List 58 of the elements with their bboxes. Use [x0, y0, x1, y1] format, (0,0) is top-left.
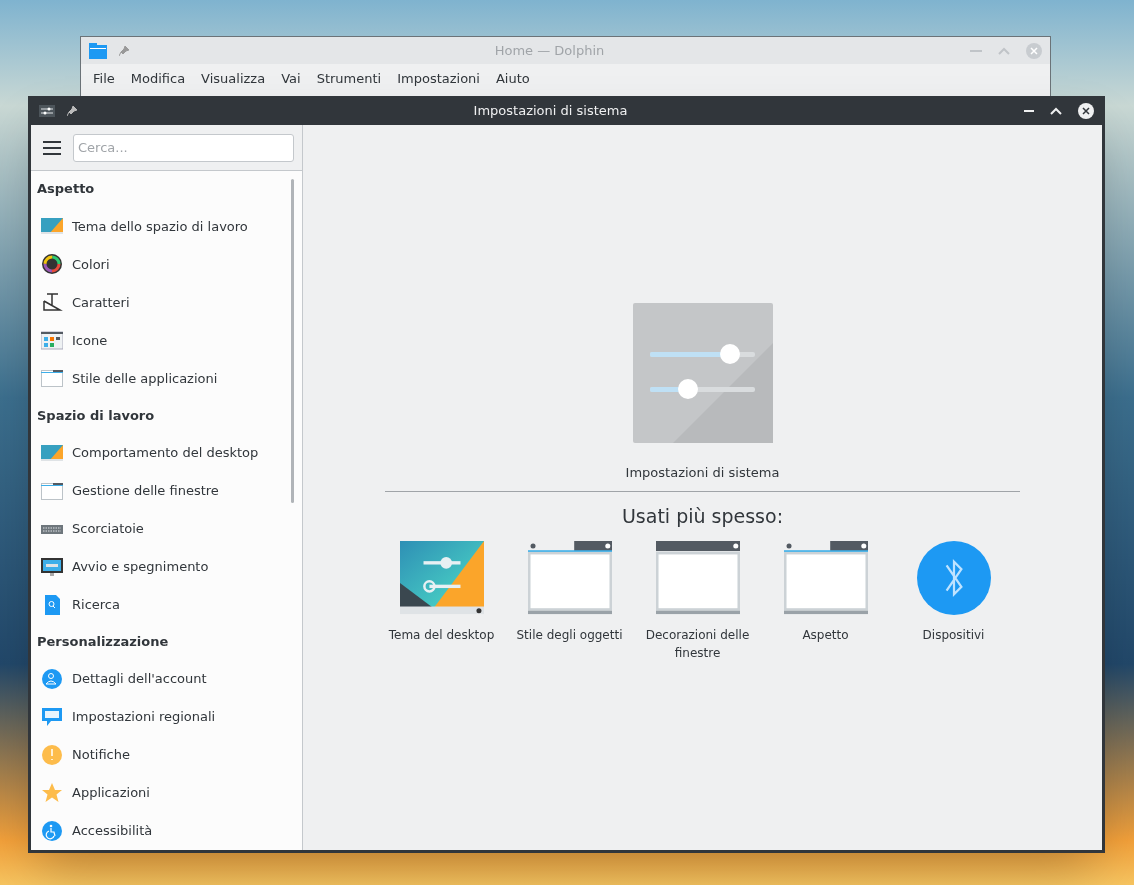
sidebar-item[interactable]: Comportamento del desktop	[31, 433, 302, 472]
menu-item[interactable]: File	[85, 69, 123, 89]
star-icon	[41, 782, 63, 804]
sidebar-item[interactable]: Impostazioni regionali	[31, 698, 302, 736]
font-icon	[41, 291, 63, 314]
menu-item[interactable]: Impostazioni	[389, 69, 488, 89]
window-icon	[41, 367, 63, 390]
sidebar-item[interactable]: Scorciatoie	[31, 509, 302, 548]
window-title: Home — Dolphin	[493, 41, 606, 60]
color-wheel-icon	[41, 253, 63, 276]
window-title: Impostazioni di sistema	[472, 101, 629, 120]
warning-icon	[41, 744, 63, 766]
menu-item[interactable]: Strumenti	[308, 69, 390, 89]
minimize-button[interactable]	[1024, 109, 1034, 112]
window-icon	[783, 541, 868, 615]
sidebar-item[interactable]: Avvio e spegnimento	[31, 547, 302, 586]
section-header: Spazio di lavoro	[37, 406, 155, 425]
settings-sliders-icon	[632, 303, 773, 443]
accessibility-icon	[41, 820, 63, 842]
menu-icon[interactable]	[43, 140, 61, 155]
sidebar-item[interactable]: Tema dello spazio di lavoro	[31, 207, 302, 246]
menu-item[interactable]: Visualizza	[193, 69, 274, 89]
sidebar-item[interactable]: Caratteri	[31, 283, 302, 322]
search-field[interactable]: Cerca...	[73, 133, 294, 162]
sidebar-item[interactable]: Icone	[31, 321, 302, 360]
sidebar-item[interactable]: Dettagli dell'account	[31, 660, 302, 698]
sidebar-item[interactable]: Accessibilità	[31, 812, 302, 850]
sidebar-item[interactable]: Stile delle applicazioni	[31, 359, 302, 398]
caption: Impostazioni di sistema	[625, 464, 780, 482]
section-header: Aspetto	[37, 180, 95, 199]
menu-item[interactable]: Modifica	[122, 69, 194, 89]
sidebar-item[interactable]: Notifiche	[31, 736, 302, 774]
window-icon	[527, 541, 612, 615]
shortcut-tile[interactable]: Tema del desktop	[377, 540, 506, 662]
scrollbar[interactable]	[291, 179, 294, 503]
user-icon	[41, 668, 63, 690]
sidebar-item[interactable]: Gestione delle finestre	[31, 471, 302, 510]
section-header: Personalizzazione	[37, 633, 169, 652]
speech-bubble-icon	[41, 706, 63, 728]
shortcut-tile[interactable]: Decorazioni delle finestre	[633, 540, 762, 662]
desktop-theme-icon	[399, 541, 484, 615]
sidebar-item[interactable]: Applicazioni	[31, 774, 302, 812]
settings-app-icon	[39, 104, 55, 117]
sidebar-item[interactable]: Ricerca	[31, 585, 302, 624]
folder-icon	[89, 42, 107, 59]
monitor-icon	[41, 555, 63, 578]
bluetooth-icon	[916, 541, 991, 615]
close-button[interactable]	[1078, 102, 1094, 119]
sidebar-item[interactable]: Colori	[31, 245, 302, 284]
shortcut-tile[interactable]: Aspetto	[761, 540, 890, 662]
shortcut-tile[interactable]: Dispositivi	[889, 540, 1018, 662]
menu-item[interactable]: Vai	[273, 69, 309, 89]
shortcut-tile[interactable]: Stile degli oggetti	[505, 540, 634, 662]
section-heading: Usati più spesso:	[621, 503, 784, 529]
icon-grid-icon	[41, 329, 63, 352]
pin-icon[interactable]	[67, 105, 77, 116]
menu-item[interactable]: Aiuto	[487, 69, 538, 89]
window-decoration-icon	[655, 541, 740, 615]
